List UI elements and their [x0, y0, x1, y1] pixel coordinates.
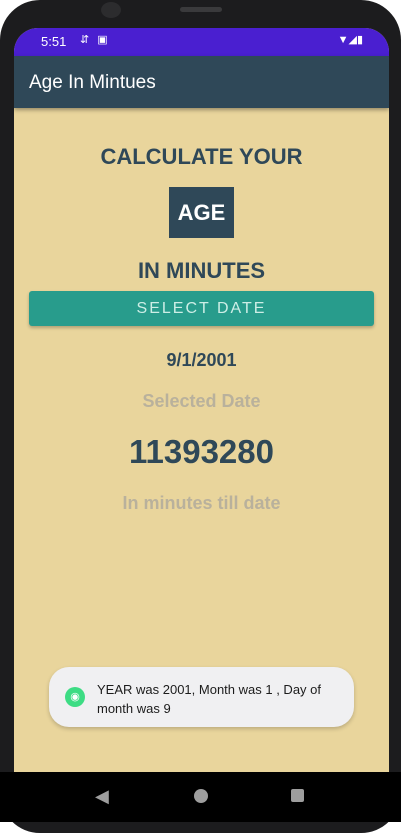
- toast-message: ◉ YEAR was 2001, Month was 1 , Day of mo…: [49, 667, 354, 727]
- toast-text: YEAR was 2001, Month was 1 , Day of mont…: [97, 682, 321, 716]
- screen: 5:51 ⇵▣ ▼◢▮ Age In Mintues CALCULATE YOU…: [14, 28, 389, 800]
- camera: [101, 2, 121, 18]
- recents-icon[interactable]: [291, 789, 304, 802]
- selected-date-value: 9/1/2001: [166, 350, 237, 370]
- heading-in-minutes: IN MINUTES: [137, 258, 266, 283]
- status-bar: 5:51 ⇵▣ ▼◢▮: [14, 28, 389, 56]
- heading-calculate: CALCULATE YOUR: [100, 144, 303, 169]
- back-icon[interactable]: ◀: [95, 786, 109, 807]
- age-in-minutes-value: 11393280: [128, 433, 274, 470]
- selected-date-label: Selected Date: [142, 391, 261, 411]
- notification-icon: ⇵: [80, 34, 98, 46]
- age-in-minutes-label: In minutes till date: [122, 493, 281, 513]
- usb-debug-icon: ▣: [97, 34, 116, 46]
- speaker: [180, 7, 222, 12]
- status-time: 5:51: [41, 34, 67, 49]
- signal-icon: ◢: [348, 34, 357, 46]
- wifi-icon: ▼: [337, 34, 349, 46]
- status-left-icons: ⇵▣: [80, 33, 116, 46]
- navigation-bar: ◀: [0, 772, 401, 822]
- android-icon: ◉: [65, 687, 85, 707]
- home-icon[interactable]: [194, 789, 208, 803]
- app-title: Age In Mintues: [29, 72, 156, 93]
- select-date-button[interactable]: SELECT DATE: [29, 291, 374, 326]
- phone-frame: 5:51 ⇵▣ ▼◢▮ Age In Mintues CALCULATE YOU…: [0, 0, 401, 833]
- status-right-icons: ▼◢▮: [338, 33, 363, 46]
- heading-age-box: AGE: [169, 187, 234, 238]
- app-bar: Age In Mintues: [14, 56, 389, 108]
- battery-icon: ▮: [356, 34, 363, 46]
